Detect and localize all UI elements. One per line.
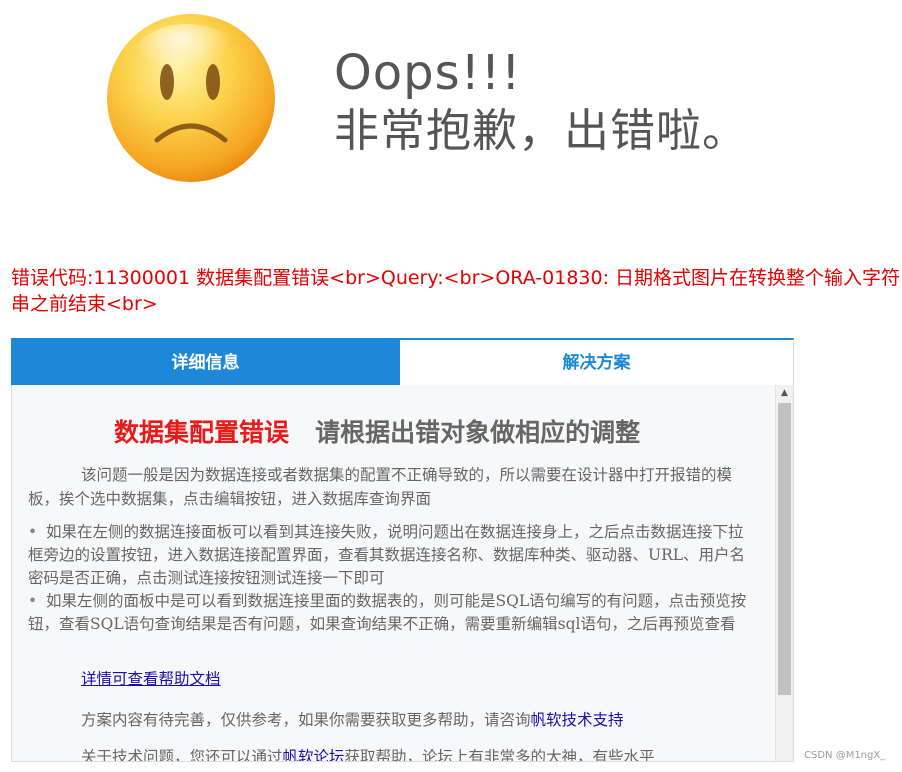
forum-note-rest: 获取帮助，论坛上有非常多的大神，有些水平 <box>344 748 655 762</box>
vertical-scrollbar[interactable]: ▲ <box>775 385 793 761</box>
heading-error-type: 数据集配置错误 <box>114 418 290 447</box>
help-doc-link[interactable]: 详情可查看帮助文档 <box>81 667 221 689</box>
sad-face-icon <box>105 12 277 184</box>
error-message: 错误代码:11300001 数据集配置错误<br>Query:<br>ORA-0… <box>11 267 901 315</box>
support-link[interactable]: 帆软技术支持 <box>531 711 624 729</box>
solution-content[interactable]: 数据集配置错误 请根据出错对象做相应的调整 该问题一般是因为数据连接或者数据集的… <box>11 385 794 762</box>
solution-paragraph: 该问题一般是因为数据连接或者数据集的配置不正确导致的，所以需要在设计器中打开报错… <box>28 466 733 508</box>
tab-bar: 详细信息 解决方案 <box>11 338 794 385</box>
forum-link[interactable]: 帆软论坛 <box>283 748 345 761</box>
title-oops: Oops!!! <box>334 45 522 101</box>
error-detail-panel: 详细信息 解决方案 数据集配置错误 请根据出错对象做相应的调整 该问题一般是因为… <box>11 338 794 762</box>
list-item: • 如果左侧的面板中是可以看到数据连接里面的数据表的，则可能是SQL语句编写的有… <box>28 590 758 636</box>
forum-note: 关于技术问题，您还可以通过帆软论坛获取帮助，论坛上有非常多的大神，有些水平 <box>81 745 655 762</box>
title-sorry: 非常抱歉，出错啦。 <box>334 104 749 157</box>
solution-list: • 如果在左侧的数据连接面板可以看到其连接失败，说明问题出在数据连接身上，之后点… <box>28 521 758 636</box>
forum-note-text: 关于技术问题，您还可以通过 <box>81 748 283 762</box>
solution-heading: 数据集配置错误 请根据出错对象做相应的调整 <box>114 413 640 449</box>
tab-detail-info[interactable]: 详细信息 <box>11 338 400 385</box>
tab-solution[interactable]: 解决方案 <box>400 338 794 385</box>
list-item-text: 如果左侧的面板中是可以看到数据连接里面的数据表的，则可能是SQL语句编写的有问题… <box>28 592 747 633</box>
error-title: Oops!!! 非常抱歉，出错啦。 <box>334 44 748 160</box>
support-note-text: 方案内容有待完善，仅供参考，如果你需要获取更多帮助，请咨询 <box>81 711 531 729</box>
scrollbar-thumb[interactable] <box>778 403 791 695</box>
bullet-icon: • <box>28 523 38 541</box>
list-item: • 如果在左侧的数据连接面板可以看到其连接失败，说明问题出在数据连接身上，之后点… <box>28 521 758 590</box>
watermark: CSDN @M1ngX_ <box>804 750 886 761</box>
heading-advice: 请根据出错对象做相应的调整 <box>315 418 641 447</box>
bullet-icon: • <box>28 592 38 610</box>
scroll-up-arrow-icon[interactable]: ▲ <box>776 385 793 402</box>
list-item-text: 如果在左侧的数据连接面板可以看到其连接失败，说明问题出在数据连接身上，之后点击数… <box>28 523 746 587</box>
support-note: 方案内容有待完善，仅供参考，如果你需要获取更多帮助，请咨询帆软技术支持 <box>81 708 624 730</box>
